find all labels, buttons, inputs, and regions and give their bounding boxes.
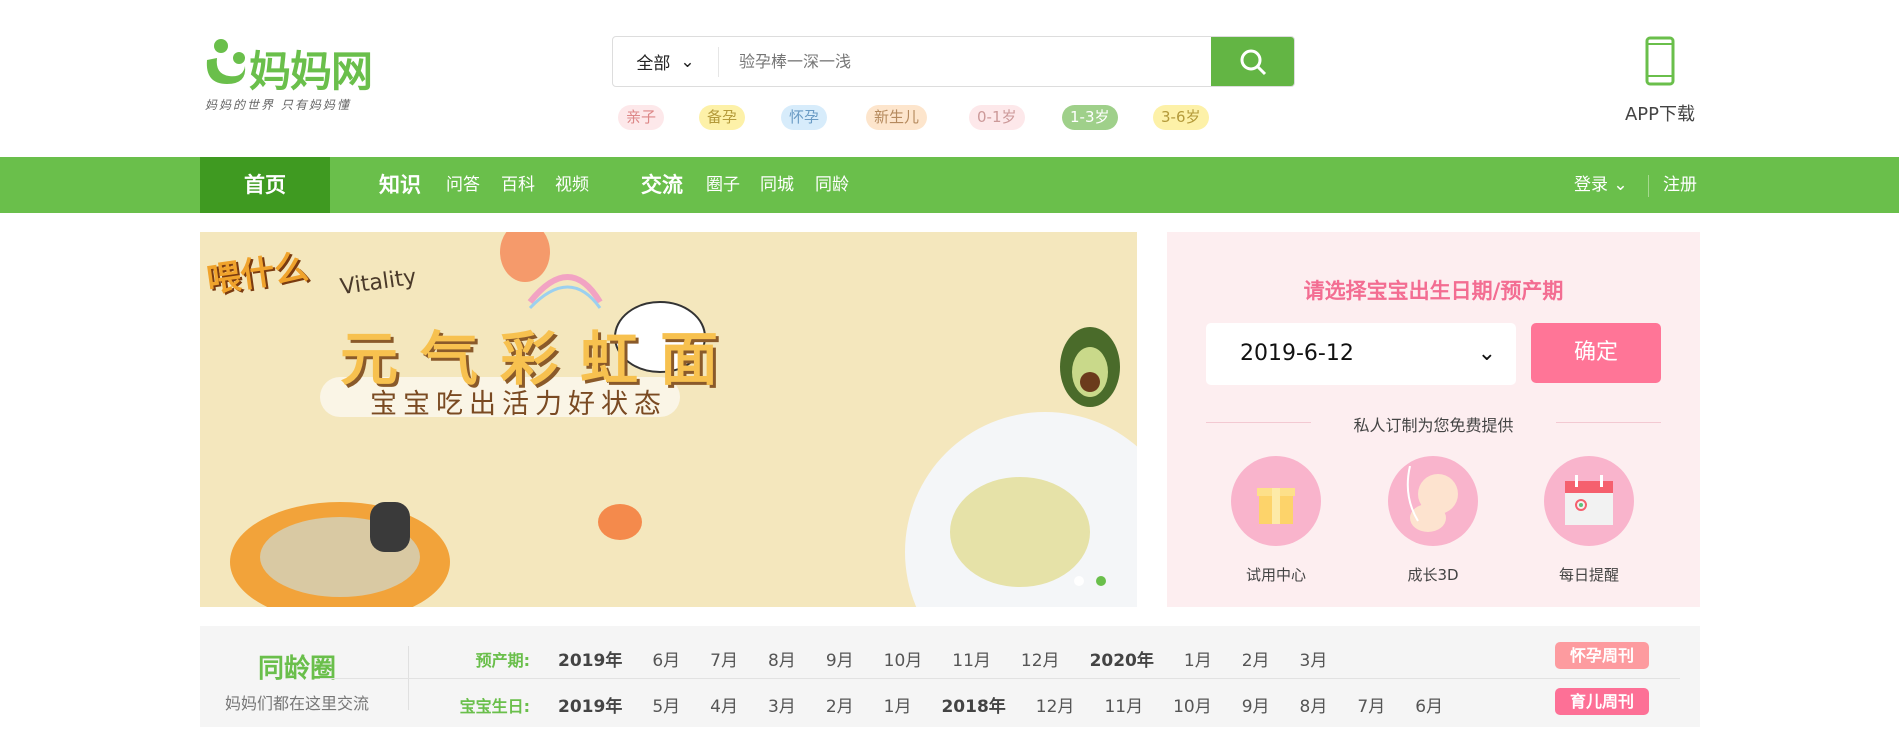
month-link[interactable]: 11月 <box>1104 692 1143 717</box>
month-link[interactable]: 3月 <box>1300 646 1328 671</box>
month-link[interactable]: 3月 <box>768 692 796 717</box>
search-input[interactable] <box>719 37 1211 86</box>
service-growth-3d[interactable]: 成长3D <box>1383 456 1483 585</box>
baby-date-panel: 请选择宝宝出生日期/预产期 2019-6-12 ⌄ 确定 私人订制为您免费提供 试… <box>1167 232 1700 607</box>
nav-circle[interactable]: 圈子 <box>706 157 740 213</box>
search-category-select[interactable]: 全部 ⌄ <box>613 46 719 77</box>
logo-slogan: 妈妈的世界 只有妈妈懂 <box>205 98 351 112</box>
service-label: 每日提醒 <box>1558 566 1619 584</box>
month-link[interactable]: 7月 <box>710 646 738 671</box>
search-icon <box>1240 49 1266 75</box>
service-label: 成长3D <box>1407 566 1459 584</box>
service-label: 试用中心 <box>1245 566 1306 584</box>
logo-mark-icon <box>206 39 246 84</box>
date-select[interactable]: 2019-6-12 ⌄ <box>1206 323 1516 385</box>
due-date-row: 预产期: 2019年 6月 7月 8月 9月 10月 11月 12月 2020年 1月 2月 3月 <box>428 646 1357 672</box>
birthday-row: 宝宝生日: 2019年 5月 4月 3月 2月 1月 2018年 12月 11月 10月 9月 8月 7月… <box>428 692 1473 718</box>
nav-qa[interactable]: 问答 <box>446 157 480 213</box>
search-category-label: 全部 <box>636 54 671 74</box>
year-link[interactable]: 2019年 <box>558 692 622 717</box>
logo-name: 妈妈网 <box>249 47 373 96</box>
fetus-icon <box>1406 466 1458 532</box>
nav-community[interactable]: 交流 <box>641 157 683 213</box>
site-logo[interactable]: 妈妈网 妈妈的世界 只有妈妈懂 <box>203 30 393 114</box>
parenting-weekly-button[interactable]: 育儿周刊 <box>1555 688 1649 715</box>
month-link[interactable]: 12月 <box>1036 692 1075 717</box>
nav-city[interactable]: 同城 <box>760 157 794 213</box>
month-link[interactable]: 10月 <box>1173 692 1212 717</box>
chevron-down-icon: ⌄ <box>1477 341 1496 366</box>
year-link[interactable]: 2018年 <box>941 692 1005 717</box>
month-link[interactable]: 4月 <box>710 692 738 717</box>
month-link[interactable]: 1月 <box>884 692 912 717</box>
row-divider <box>320 678 1680 679</box>
panel-title: 请选择宝宝出生日期/预产期 <box>1303 279 1564 303</box>
carousel-dot-2[interactable] <box>1096 576 1106 586</box>
year-link[interactable]: 2019年 <box>558 646 622 671</box>
service-trial-center[interactable]: 试用中心 <box>1226 456 1326 585</box>
chevron-down-icon: ⌄ <box>1613 175 1628 195</box>
shrimp-image <box>500 232 550 282</box>
month-link[interactable]: 9月 <box>1242 692 1270 717</box>
tag-1[interactable]: 备孕 <box>699 105 746 130</box>
month-link[interactable]: 5月 <box>652 692 680 717</box>
nav-knowledge[interactable]: 知识 <box>379 157 421 213</box>
month-link[interactable]: 9月 <box>826 646 854 671</box>
chevron-down-icon: ⌄ <box>680 51 695 72</box>
peer-circle-title[interactable]: 同龄圈 <box>240 648 354 685</box>
month-link[interactable]: 2月 <box>1242 646 1270 671</box>
month-link[interactable]: 8月 <box>1300 692 1328 717</box>
calendar-icon <box>1565 475 1613 525</box>
birthday-label: 宝宝生日: <box>459 696 530 716</box>
tag-4[interactable]: 0-1岁 <box>969 105 1025 130</box>
tag-2[interactable]: 怀孕 <box>781 105 828 130</box>
carousel-dot-1[interactable] <box>1074 576 1084 586</box>
banner-subtitle: 宝宝吃出活力好状态 <box>370 389 667 420</box>
search-bar: 全部 ⌄ <box>612 36 1295 87</box>
app-download[interactable]: APP下载 <box>1620 36 1700 126</box>
nav-wiki[interactable]: 百科 <box>501 157 535 213</box>
gift-icon <box>1257 488 1295 524</box>
month-link[interactable]: 2月 <box>826 692 854 717</box>
peer-circle-subtitle: 妈妈们都在这里交流 <box>224 694 369 713</box>
date-value: 2019-6-12 <box>1240 341 1354 366</box>
login-label: 登录 <box>1574 175 1608 195</box>
nav-age[interactable]: 同龄 <box>815 157 849 213</box>
year-link[interactable]: 2020年 <box>1090 646 1154 671</box>
nav-home[interactable]: 首页 <box>200 157 330 213</box>
service-daily-reminder[interactable]: 每日提醒 <box>1539 456 1639 585</box>
month-link[interactable]: 10月 <box>884 646 923 671</box>
month-link[interactable]: 1月 <box>1184 646 1212 671</box>
carousel-banner[interactable]: 喂什么 Vitality 元气彩虹面 宝宝吃出活力好状态 <box>200 232 1137 607</box>
login-link[interactable]: 登录 ⌄ <box>1574 157 1628 213</box>
peer-circle-section: 同龄圈 妈妈们都在这里交流 预产期: 2019年 6月 7月 8月 9月 10月 11月 12月… <box>200 626 1700 727</box>
nav-video[interactable]: 视频 <box>555 157 589 213</box>
month-link[interactable]: 11月 <box>952 646 991 671</box>
app-download-label: APP下载 <box>1624 104 1696 125</box>
month-link[interactable]: 6月 <box>1415 692 1443 717</box>
month-link[interactable]: 12月 <box>1021 646 1060 671</box>
pregnancy-weekly-button[interactable]: 怀孕周刊 <box>1555 642 1649 669</box>
confirm-button[interactable]: 确定 <box>1531 323 1661 383</box>
month-link[interactable]: 8月 <box>768 646 796 671</box>
phone-icon <box>1645 36 1675 86</box>
due-date-label: 预产期: <box>475 650 530 670</box>
main-nav: 首页 知识 问答 百科 视频 交流 圈子 同城 同龄 登录 ⌄ 注册 <box>0 157 1899 213</box>
nav-divider <box>1648 175 1649 197</box>
tag-3[interactable]: 新生儿 <box>866 105 928 130</box>
tag-5[interactable]: 1-3岁 <box>1062 105 1118 130</box>
month-link[interactable]: 6月 <box>652 646 680 671</box>
tag-6[interactable]: 3-6岁 <box>1153 105 1209 130</box>
search-button[interactable] <box>1211 37 1294 86</box>
tag-0[interactable]: 亲子 <box>618 105 665 130</box>
register-link[interactable]: 注册 <box>1663 157 1697 213</box>
month-link[interactable]: 7月 <box>1357 692 1385 717</box>
panel-subtitle: 私人订制为您免费提供 <box>1353 416 1514 435</box>
